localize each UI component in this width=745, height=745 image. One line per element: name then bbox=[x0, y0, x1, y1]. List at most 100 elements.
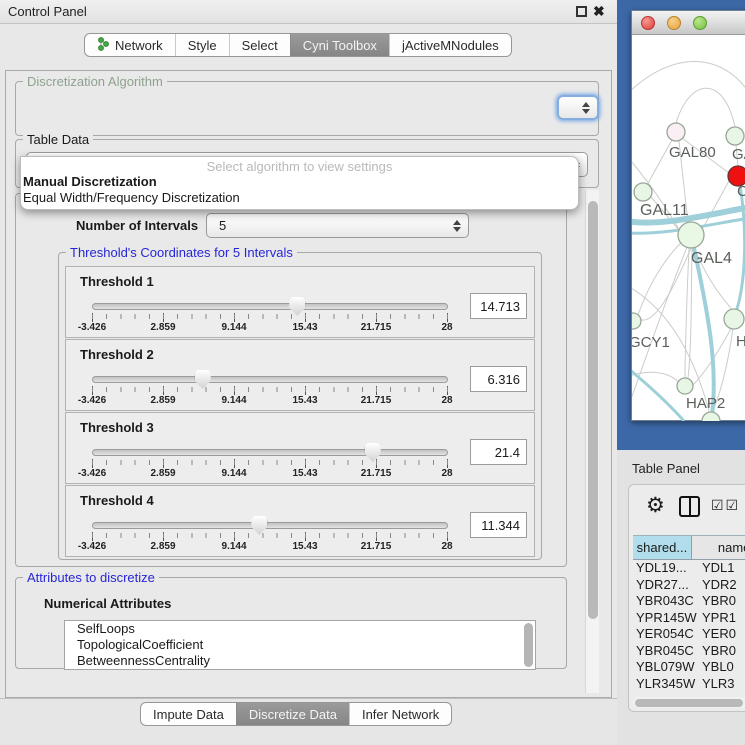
number-of-intervals-combobox[interactable]: 5 bbox=[206, 213, 469, 238]
node-gal11[interactable] bbox=[634, 183, 652, 201]
threshold-label: Threshold 3 bbox=[80, 420, 154, 435]
svg-text:GA: GA bbox=[732, 146, 745, 163]
network-window-titlebar[interactable] bbox=[632, 11, 745, 35]
network-canvas[interactable]: GAL80 GA C GAL11 GAL4 H GCY1 HAP2 bbox=[632, 35, 745, 421]
threshold-value-field[interactable]: 14.713 bbox=[470, 293, 527, 319]
interval-definition-group: Interval Definition Number of Intervals … bbox=[15, 193, 567, 567]
tab-impute-data[interactable]: Impute Data bbox=[141, 703, 236, 725]
tab-cyni-toolbox[interactable]: Cyni Toolbox bbox=[290, 34, 389, 56]
network-view-window[interactable]: GAL80 GA C GAL11 GAL4 H GCY1 HAP2 bbox=[631, 10, 745, 421]
mac-minimize-icon[interactable] bbox=[667, 16, 681, 30]
node-attribute-table[interactable]: shared... name YDL19...YDL1YDR27...YDR2Y… bbox=[633, 535, 745, 695]
table-row[interactable]: YBR045CYBR0 bbox=[633, 643, 745, 660]
threshold-slider[interactable] bbox=[92, 376, 448, 383]
cell-shared-name[interactable]: YDL19... bbox=[633, 560, 699, 577]
algorithm-combobox[interactable] bbox=[557, 95, 599, 120]
threshold-value-field[interactable]: 6.316 bbox=[470, 366, 527, 392]
tab-style[interactable]: Style bbox=[175, 34, 229, 56]
table-panel-title: Table Panel bbox=[632, 461, 700, 476]
float-window-icon[interactable] bbox=[576, 6, 587, 17]
tab-discretize-data[interactable]: Discretize Data bbox=[236, 703, 349, 725]
threshold-slider[interactable] bbox=[92, 449, 448, 456]
combo-stepper-icon bbox=[582, 102, 590, 114]
node-right[interactable] bbox=[724, 309, 744, 329]
tick-label: 28 bbox=[441, 541, 452, 552]
table-horizontal-scrollbar[interactable] bbox=[633, 697, 745, 708]
table-row[interactable]: YDR27...YDR2 bbox=[633, 577, 745, 594]
split-columns-icon[interactable] bbox=[679, 496, 700, 517]
tick-label: 15.43 bbox=[292, 322, 317, 333]
node-top-right[interactable] bbox=[726, 127, 744, 145]
cyni-toolbox-panel: Discretization Algorithm Table Data galF… bbox=[5, 70, 612, 698]
tab-jactivemnodules[interactable]: jActiveMNodules bbox=[389, 34, 511, 56]
table-row[interactable]: YBL079WYBL0 bbox=[633, 659, 745, 676]
cell-name[interactable]: YDL1 bbox=[699, 560, 745, 577]
cell-name[interactable]: YDR2 bbox=[699, 577, 745, 594]
attribute-list-item[interactable]: BetweennessCentrality bbox=[65, 653, 535, 669]
numerical-attributes-list[interactable]: SelfLoopsTopologicalCoefficientBetweenne… bbox=[64, 620, 536, 670]
cell-shared-name[interactable]: YLR345W bbox=[633, 676, 699, 693]
cell-name[interactable]: YIL0 bbox=[699, 692, 745, 695]
attribute-list-item[interactable]: SelfLoops bbox=[65, 621, 535, 637]
list-scrollbar[interactable] bbox=[524, 623, 533, 667]
scrollbar-thumb[interactable] bbox=[588, 201, 598, 619]
attribute-list-item[interactable]: TopologicalCoefficient bbox=[65, 637, 535, 653]
dropdown-placeholder-item[interactable]: Select algorithm to view settings bbox=[21, 157, 578, 174]
node-bottom[interactable] bbox=[702, 412, 720, 421]
content-scrollbar[interactable] bbox=[585, 190, 599, 693]
table-row[interactable]: YIL052CYIL0 bbox=[633, 692, 745, 695]
table-row[interactable]: YER054CYER0 bbox=[633, 626, 745, 643]
cell-shared-name[interactable]: YPR145W bbox=[633, 610, 699, 627]
cell-shared-name[interactable]: YER054C bbox=[633, 626, 699, 643]
cell-name[interactable]: YBL0 bbox=[699, 659, 745, 676]
node-gal80[interactable] bbox=[667, 123, 685, 141]
tick-label: 21.715 bbox=[361, 395, 392, 406]
table-row[interactable]: YBR043CYBR0 bbox=[633, 593, 745, 610]
column-header-name[interactable]: name bbox=[692, 536, 745, 559]
cell-name[interactable]: YLR3 bbox=[699, 676, 745, 693]
cell-shared-name[interactable]: YBR043C bbox=[633, 593, 699, 610]
combo-stepper-icon bbox=[453, 220, 461, 232]
node-gal4[interactable] bbox=[678, 222, 704, 248]
close-icon[interactable]: ✖ bbox=[593, 3, 605, 20]
threshold-slider[interactable] bbox=[92, 522, 448, 529]
dropdown-item-manual-discretization[interactable]: Manual Discretization bbox=[21, 174, 578, 190]
tick-label: 2.859 bbox=[150, 468, 175, 479]
cell-shared-name[interactable]: YDR27... bbox=[633, 577, 699, 594]
group-title: Table Data bbox=[23, 132, 93, 147]
table-row[interactable]: YDL19...YDL1 bbox=[633, 560, 745, 577]
tab-network[interactable]: Network bbox=[85, 34, 175, 56]
gear-icon[interactable]: ⚙ bbox=[646, 493, 665, 517]
tick-label: 21.715 bbox=[361, 541, 392, 552]
cell-name[interactable]: YPR1 bbox=[699, 610, 745, 627]
table-row[interactable]: YPR145WYPR1 bbox=[633, 610, 745, 627]
node-gcy1[interactable] bbox=[632, 313, 641, 329]
select-columns-icon[interactable]: ☑☑ bbox=[711, 498, 740, 514]
node-hap2[interactable] bbox=[677, 378, 693, 394]
mac-close-icon[interactable] bbox=[641, 16, 655, 30]
cell-shared-name[interactable]: YBL079W bbox=[633, 659, 699, 676]
mac-zoom-icon[interactable] bbox=[693, 16, 707, 30]
threshold-value-field[interactable]: 21.4 bbox=[470, 439, 527, 465]
group-title: Attributes to discretize bbox=[23, 570, 159, 585]
cell-shared-name[interactable]: YBR045C bbox=[633, 643, 699, 660]
group-title: Threshold's Coordinates for 5 Intervals bbox=[66, 245, 297, 260]
tick-label: 9.144 bbox=[221, 395, 246, 406]
cyni-mode-tabs: Impute Data Discretize Data Infer Networ… bbox=[140, 702, 452, 726]
cell-name[interactable]: YBR0 bbox=[699, 643, 745, 660]
cell-name[interactable]: YER0 bbox=[699, 626, 745, 643]
threshold-slider[interactable] bbox=[92, 303, 448, 310]
threshold-3-row: Threshold 3 -3.4262.8599.14415.4321.7152… bbox=[65, 412, 535, 484]
threshold-value-field[interactable]: 11.344 bbox=[470, 512, 527, 538]
cell-name[interactable]: YBR0 bbox=[699, 593, 745, 610]
tab-infer-network[interactable]: Infer Network bbox=[349, 703, 451, 725]
scrollbar-thumb[interactable] bbox=[635, 699, 743, 707]
panel-title: Control Panel bbox=[8, 4, 87, 19]
svg-text:C: C bbox=[737, 183, 745, 200]
cell-shared-name[interactable]: YIL052C bbox=[633, 692, 699, 695]
table-row[interactable]: YLR345WYLR3 bbox=[633, 676, 745, 693]
discretization-algorithm-group: Discretization Algorithm bbox=[15, 81, 599, 136]
column-header-shared-name[interactable]: shared... bbox=[633, 536, 692, 559]
dropdown-item-equal-width[interactable]: Equal Width/Frequency Discretization bbox=[21, 190, 578, 206]
tab-select[interactable]: Select bbox=[229, 34, 290, 56]
